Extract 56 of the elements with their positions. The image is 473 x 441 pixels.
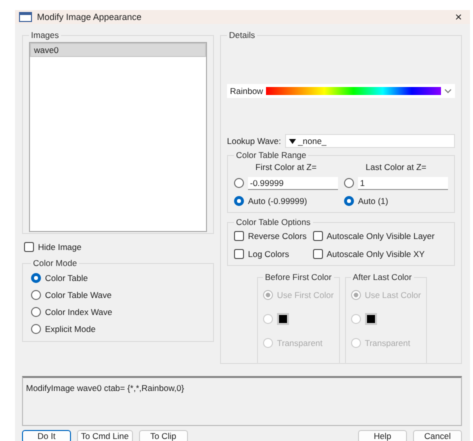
radio-label: Color Index Wave	[45, 307, 112, 317]
checkbox-label: Hide Image	[38, 242, 82, 252]
radio-label: Use First Color	[277, 290, 334, 300]
color-table-dropdown[interactable]: Rainbow	[227, 84, 455, 98]
radio-label: Color Table Wave	[45, 290, 112, 300]
group-label: Details	[228, 30, 256, 40]
list-item[interactable]: wave0	[30, 43, 206, 57]
value-field[interactable]: -0.99999	[248, 176, 338, 190]
dialog-button[interactable]: Do It	[22, 430, 71, 441]
checkbox[interactable]	[24, 242, 34, 252]
radio-button[interactable]	[344, 196, 354, 206]
radio-label: Explicit Mode	[45, 324, 96, 334]
radio-label: Transparent	[277, 338, 323, 348]
close-button[interactable]: ×	[454, 10, 462, 24]
group-label: Images	[30, 30, 60, 40]
dropdown-value: Rainbow	[230, 86, 264, 96]
command-box[interactable]: ModifyImage wave0 ctab= {*,*,Rainbow,0}	[22, 376, 462, 426]
checkbox-label: Log Colors	[248, 249, 290, 259]
window-title: Modify Image Appearance	[37, 12, 143, 22]
command-text: ModifyImage wave0 ctab= {*,*,Rainbow,0}	[26, 383, 184, 393]
radio-label: Auto (-0.99999)	[248, 196, 308, 206]
column-heading: Last Color at Z=	[364, 162, 428, 172]
radio-label: Use Last Color	[364, 290, 421, 300]
window-icon	[19, 12, 32, 22]
radio-button[interactable]	[31, 290, 41, 300]
group-label: Color Table Range	[235, 150, 308, 160]
field-label: Lookup Wave:	[227, 136, 282, 146]
lookup-wave-field[interactable]: _none_	[285, 134, 455, 148]
group-label: Color Mode	[32, 258, 78, 268]
dialog-button[interactable]: To Cmd Line	[77, 430, 133, 441]
dialog-button[interactable]: To Clip	[138, 430, 188, 441]
radio-button[interactable]	[31, 273, 41, 283]
checkbox[interactable]	[234, 231, 244, 241]
checkbox[interactable]	[312, 231, 323, 241]
triangle-down-icon	[289, 138, 296, 144]
value-field[interactable]: 1	[358, 176, 448, 190]
radio-button[interactable]	[234, 178, 244, 188]
checkbox-label: Reverse Colors	[248, 231, 307, 241]
checkbox[interactable]	[234, 249, 244, 259]
checkbox-label: Autoscale Only Visible XY	[326, 249, 425, 259]
group-label: Color Table Options	[235, 217, 312, 227]
radio-button[interactable]	[234, 196, 244, 206]
radio-button[interactable]	[31, 307, 41, 317]
radio-label: Transparent	[364, 338, 410, 348]
dialog-button[interactable]: Help	[358, 430, 407, 441]
chevron-down-icon	[444, 88, 452, 94]
checkbox-label: Autoscale Only Visible Layer	[326, 231, 435, 241]
radio-label: Color Table	[45, 273, 88, 283]
dialog-button[interactable]: Cancel	[413, 430, 462, 441]
radio-button[interactable]	[344, 178, 354, 188]
column-heading: First Color at Z=	[254, 162, 318, 172]
radio-label: Auto (1)	[358, 196, 388, 206]
checkbox[interactable]	[312, 249, 323, 259]
radio-button[interactable]	[31, 324, 41, 334]
group-label: After Last Color	[352, 272, 413, 282]
group-label: Before First Color	[264, 272, 333, 282]
